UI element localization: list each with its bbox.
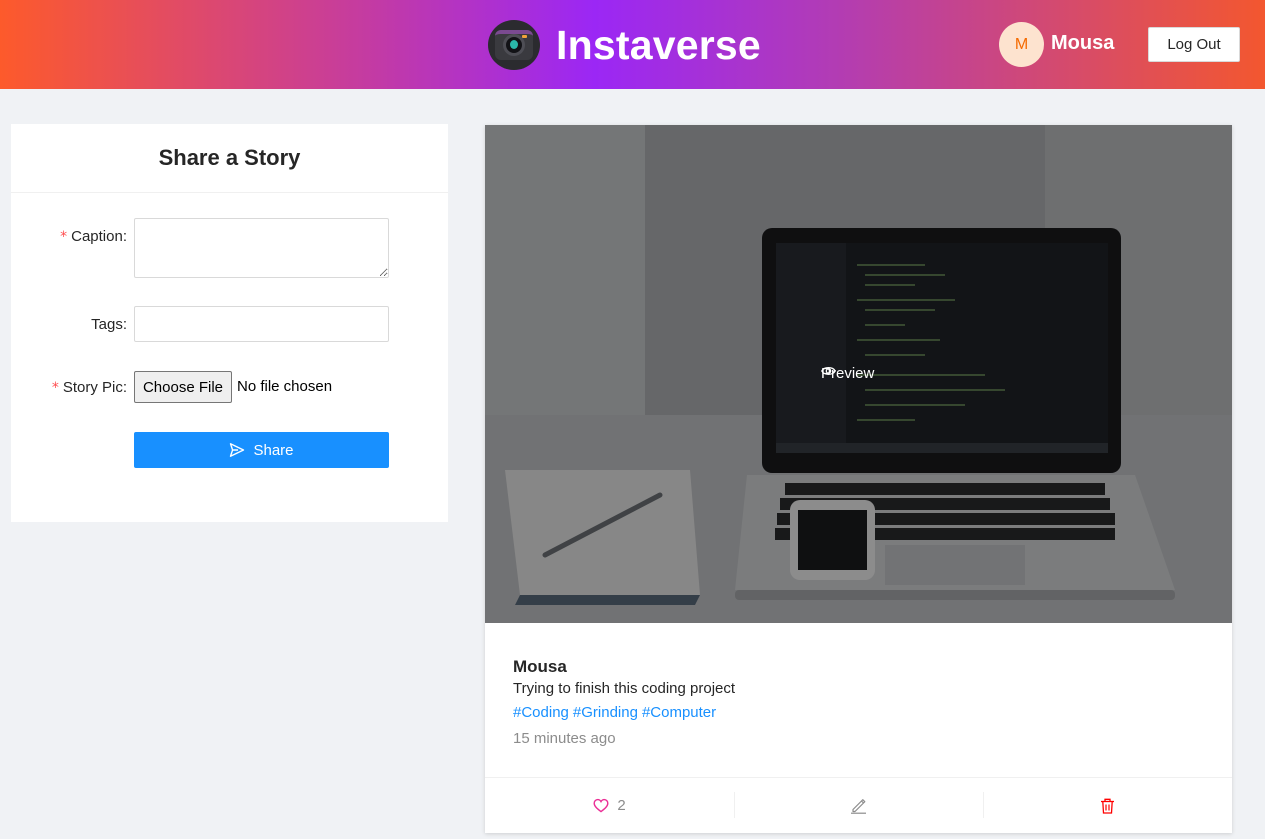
preview-overlay[interactable]: Preview [485, 125, 1232, 623]
post-author: Mousa [513, 657, 567, 676]
camera-logo-icon [488, 20, 540, 70]
user-name: Mousa [1051, 32, 1115, 54]
app-header: Instaverse M Mousa Log Out [0, 0, 1265, 89]
tags-input[interactable] [134, 306, 389, 342]
share-story-title: Share a Story [11, 124, 448, 193]
send-icon [230, 443, 245, 457]
post-timestamp: 15 minutes ago [513, 730, 616, 747]
caption-input[interactable] [134, 218, 389, 278]
required-mark: * [60, 229, 68, 245]
tag-link[interactable]: #Coding [513, 704, 569, 721]
story-pic-label: * Story Pic: [51, 379, 127, 396]
avatar: M [999, 22, 1044, 67]
tag-link[interactable]: #Grinding [573, 704, 638, 721]
delete-button[interactable] [983, 778, 1232, 833]
post-image[interactable]: Preview [485, 125, 1232, 623]
post-tags: #Coding #Grinding #Computer [513, 704, 720, 721]
share-button-label: Share [253, 441, 294, 459]
edit-icon [851, 799, 866, 814]
post-card: Preview Mousa Trying to finish this codi… [485, 125, 1232, 833]
like-button[interactable]: 2 [485, 778, 734, 833]
heart-icon [593, 798, 609, 813]
tags-label: Tags: [91, 316, 127, 333]
choose-file-button[interactable]: Choose File [134, 371, 232, 403]
preview-button[interactable]: Preview [821, 365, 874, 382]
app-title: Instaverse [556, 21, 761, 68]
share-story-card: Share a Story * Caption: Tags: * Story Pic… [11, 124, 448, 522]
caption-label: * Caption: [60, 228, 127, 245]
edit-button[interactable] [734, 778, 983, 833]
post-caption: Trying to finish this coding project [513, 680, 736, 697]
eye-icon [821, 367, 836, 375]
share-button[interactable]: Share [134, 432, 389, 468]
trash-icon [1101, 798, 1114, 814]
like-count: 2 [617, 797, 626, 814]
post-actions: 2 [485, 777, 1232, 833]
logout-button[interactable]: Log Out [1148, 27, 1240, 62]
required-mark: * [51, 380, 59, 396]
file-status: No file chosen [237, 378, 333, 395]
tag-link[interactable]: #Computer [642, 704, 716, 721]
brand: Instaverse [488, 20, 761, 70]
